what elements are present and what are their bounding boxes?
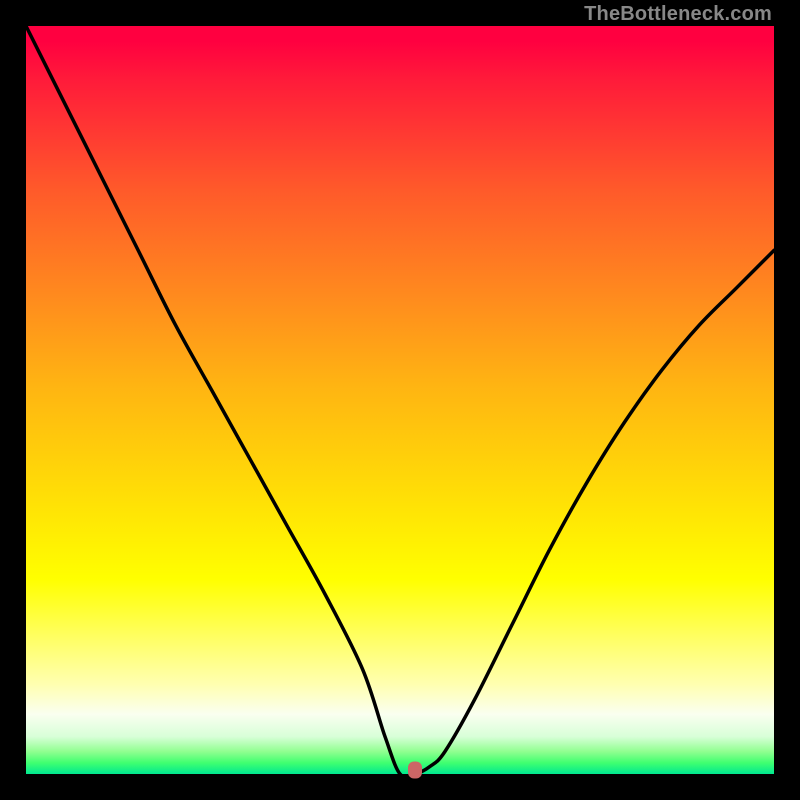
bottleneck-marker xyxy=(408,762,422,779)
plot-area xyxy=(26,26,774,774)
bottleneck-curve xyxy=(26,26,774,777)
watermark-text: TheBottleneck.com xyxy=(584,3,772,26)
chart-frame: TheBottleneck.com xyxy=(0,0,800,800)
curve-svg xyxy=(26,26,774,774)
